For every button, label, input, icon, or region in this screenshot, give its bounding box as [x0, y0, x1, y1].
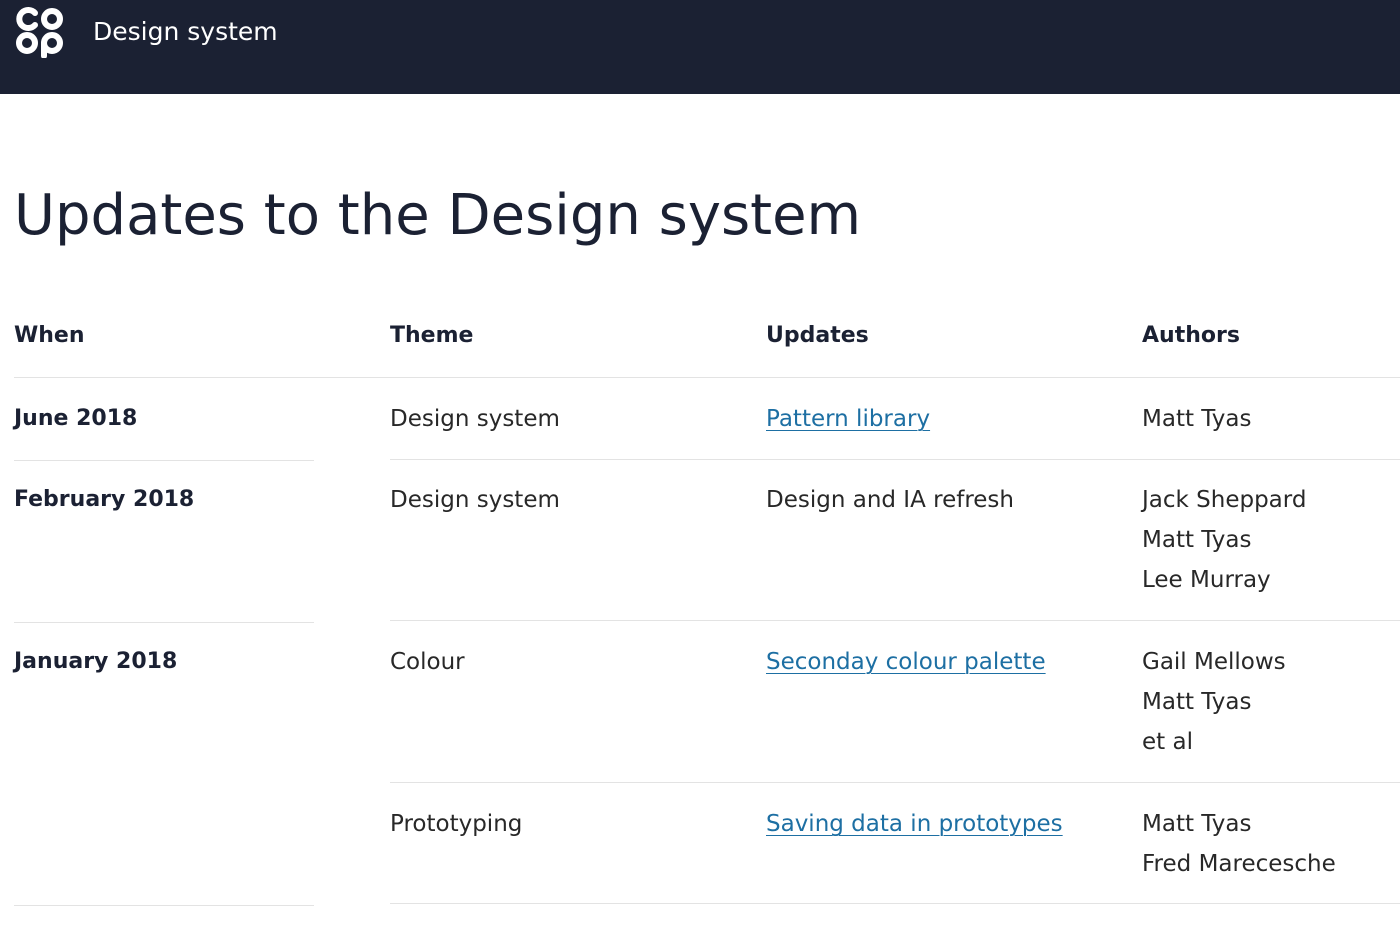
author-name: et al — [1142, 729, 1193, 755]
theme-cell: Design system — [390, 406, 560, 432]
column-header-theme: Theme — [390, 323, 474, 348]
column-header-when: When — [14, 323, 85, 348]
author-name: Lee Murray — [1142, 567, 1271, 593]
author-name: Fred Marecesche — [1142, 851, 1336, 877]
when-cell: June 2018 — [14, 406, 138, 431]
row-divider — [390, 459, 1400, 460]
author-name: Jack Sheppard — [1142, 487, 1307, 513]
group-divider — [14, 622, 314, 623]
update-cell: Seconday colour palette — [766, 647, 1046, 677]
theme-cell: Prototyping — [390, 811, 523, 837]
coop-logo-icon[interactable] — [14, 6, 64, 58]
update-cell: Saving data in prototypes — [766, 809, 1063, 839]
update-cell: Pattern library — [766, 404, 930, 434]
update-link-secondary-colour-palette[interactable]: Seconday colour palette — [766, 649, 1046, 675]
site-title[interactable]: Design system — [93, 16, 278, 48]
header-divider — [14, 377, 1400, 378]
update-link-pattern-library[interactable]: Pattern library — [766, 406, 930, 432]
update-cell: Design and IA refresh — [766, 487, 1014, 513]
theme-cell: Colour — [390, 649, 465, 675]
column-header-authors: Authors — [1142, 323, 1240, 348]
when-cell: January 2018 — [14, 649, 178, 674]
group-divider — [14, 905, 314, 906]
group-divider — [14, 460, 314, 461]
site-header: Design system — [0, 0, 1400, 94]
authors-list: Gail Mellows Matt Tyas et al — [1142, 642, 1286, 762]
author-name: Matt Tyas — [1142, 527, 1252, 553]
row-divider — [390, 620, 1400, 621]
page-title: Updates to the Design system — [14, 183, 862, 248]
authors-list: Matt Tyas — [1142, 399, 1251, 439]
authors-list: Matt Tyas Fred Marecesche — [1142, 804, 1336, 884]
update-link-saving-data-in-prototypes[interactable]: Saving data in prototypes — [766, 811, 1063, 837]
row-divider — [390, 782, 1400, 783]
row-divider — [390, 903, 1400, 904]
author-name: Matt Tyas — [1142, 811, 1252, 837]
column-header-updates: Updates — [766, 323, 869, 348]
when-cell: February 2018 — [14, 487, 195, 512]
theme-cell: Design system — [390, 487, 560, 513]
author-name: Matt Tyas — [1142, 689, 1252, 715]
authors-list: Jack Sheppard Matt Tyas Lee Murray — [1142, 480, 1306, 600]
author-name: Gail Mellows — [1142, 649, 1286, 675]
author-name: Matt Tyas — [1142, 406, 1252, 432]
